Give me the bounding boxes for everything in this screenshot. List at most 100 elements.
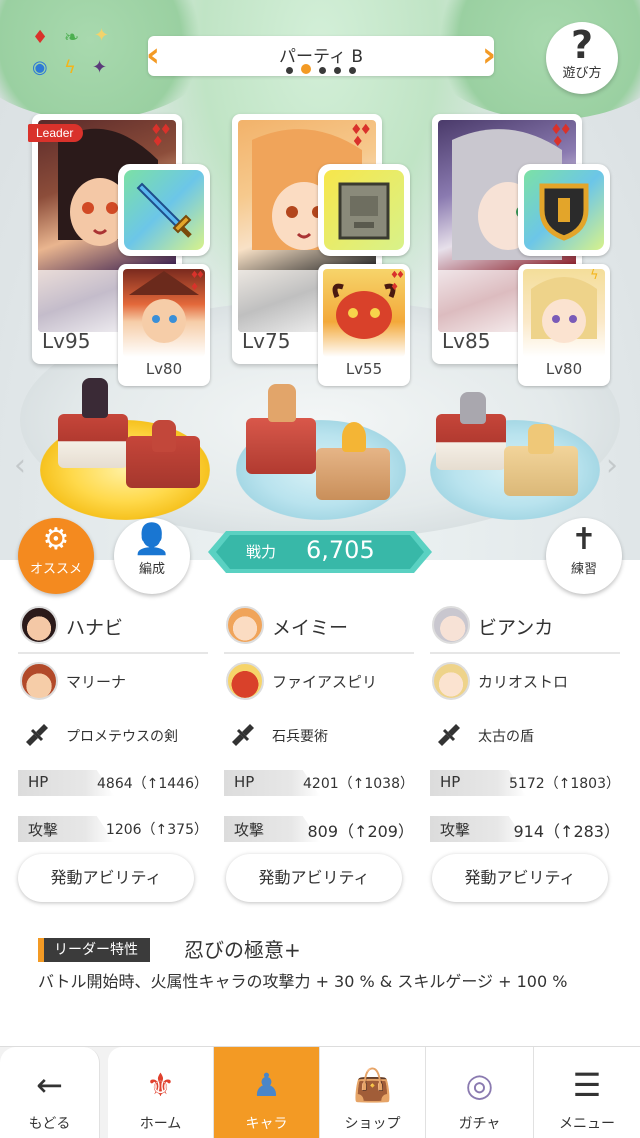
sub-character-row[interactable]: マリーナ	[18, 654, 208, 708]
back-label: もどる	[28, 1116, 71, 1132]
nav-chara[interactable]: ♟ キャラ	[214, 1047, 320, 1138]
shop-bag-icon: 👜	[352, 1066, 393, 1104]
leader-trait-name: 忍びの極意+	[184, 938, 301, 962]
sub-character-row[interactable]: カリオストロ	[430, 654, 620, 708]
help-label: 遊び方	[562, 66, 602, 81]
hp-row: HP 4201（↑1038）	[224, 762, 414, 808]
equipment-slot[interactable]	[518, 164, 610, 256]
party-title: パーティ B	[278, 47, 364, 67]
equipment-name: 太古の盾	[478, 729, 534, 745]
attack-label: 攻撃	[440, 821, 471, 839]
sub-character-card[interactable]: ♦♦ ♦ Lv55	[318, 264, 410, 386]
avatar	[226, 606, 264, 644]
bottom-navigation: ← もどる ⚜ ホーム ♟ キャラ 👜 ショップ ◎ ガチャ ☰ メニュー	[0, 1046, 640, 1138]
sub-character-name: マリーナ	[66, 673, 127, 691]
pixel-character-sprite	[528, 424, 554, 454]
sub-character-level: Lv80	[545, 360, 583, 378]
fire-attribute-icon: ♦♦ ♦	[150, 122, 172, 150]
pixel-character-sprite	[460, 392, 486, 424]
fire-attribute-icon: ♦♦ ♦	[190, 270, 205, 293]
recommend-button[interactable]: ⚙ オススメ	[18, 518, 94, 594]
equipment-row[interactable]: 太古の盾	[430, 708, 620, 762]
attack-row: 攻撃 914（↑283）	[430, 808, 620, 854]
ability-button-2[interactable]: 発動アビリティ	[226, 854, 402, 902]
recommend-icon: ⚙	[42, 522, 70, 557]
training-button[interactable]: ✝ 練習	[546, 518, 622, 594]
hp-row: HP 4864（↑1446）	[18, 762, 208, 808]
wind-attribute-icon: ❧	[64, 27, 80, 48]
sub-character-row[interactable]: ファイアスピリ	[224, 654, 414, 708]
hp-value: 5172（↑1803）	[509, 776, 620, 792]
stone-tablet-icon	[324, 170, 404, 250]
character-name-row[interactable]: メイミー	[224, 598, 414, 654]
hp-row: HP 5172（↑1803）	[430, 762, 620, 808]
avatar	[20, 662, 58, 700]
character-name: メイミー	[272, 617, 349, 639]
chevron-right-icon[interactable]: ›	[478, 36, 500, 76]
equipment-row[interactable]: 石兵要術	[224, 708, 414, 762]
hp-label: HP	[28, 773, 49, 791]
avatar	[226, 662, 264, 700]
pixel-character-sprite	[268, 384, 296, 422]
formation-label: 編成	[138, 562, 165, 577]
nav-shop[interactable]: 👜 ショップ	[320, 1047, 426, 1138]
avatar	[20, 606, 58, 644]
character-level: Lv95	[42, 329, 91, 353]
nav-menu-label: メニュー	[559, 1116, 615, 1132]
nav-home[interactable]: ⚜ ホーム	[108, 1047, 214, 1138]
character-icon: ♟	[252, 1066, 281, 1104]
chevron-right-icon[interactable]: ›	[606, 448, 618, 483]
nav-menu[interactable]: ☰ メニュー	[534, 1047, 640, 1138]
pixel-block	[58, 414, 128, 468]
page-dot	[349, 67, 356, 74]
page-dot-active	[301, 64, 311, 74]
sword-icon	[124, 170, 204, 250]
sub-character-name: ファイアスピリ	[272, 673, 378, 691]
shield-icon	[524, 170, 604, 250]
sub-character-card[interactable]: ϟ Lv80	[518, 264, 610, 386]
equipment-slot[interactable]	[318, 164, 410, 256]
attack-value: 809（↑209）	[307, 822, 415, 841]
attack-label: 攻撃	[234, 821, 265, 839]
ability-button-1[interactable]: 発動アビリティ	[18, 854, 194, 902]
sub-character-level: Lv80	[145, 360, 183, 378]
hp-label: HP	[440, 773, 461, 791]
nav-shop-label: ショップ	[344, 1116, 401, 1132]
help-button[interactable]: ? 遊び方	[546, 22, 618, 94]
chevron-left-icon[interactable]: ‹	[14, 448, 26, 483]
dark-attribute-icon: ✦	[92, 57, 108, 78]
training-label: 練習	[570, 562, 597, 577]
attribute-filter[interactable]: ♦ ❧ ✦ ◉ ϟ ✦	[28, 26, 118, 84]
sub-character-card[interactable]: ♦♦ ♦ Lv80	[118, 264, 210, 386]
stone-tablet-graphic	[338, 182, 390, 240]
thunder-attribute-icon: ϟ	[590, 268, 598, 283]
power-label: 戦力	[246, 543, 277, 561]
arrow-left-icon: ←	[36, 1066, 63, 1104]
character-info-column-3: ビアンカ カリオストロ 太古の盾 HP 5172（↑1803） 攻撃 914（↑…	[430, 598, 620, 854]
character-name-row[interactable]: ビアンカ	[430, 598, 620, 654]
pixel-character-sprite	[342, 422, 366, 452]
sub-character-name: カリオストロ	[478, 673, 569, 691]
equipment-name: 石兵要術	[272, 729, 328, 745]
character-level: Lv85	[442, 329, 491, 353]
back-button[interactable]: ← もどる	[0, 1047, 100, 1138]
hp-value: 4864（↑1446）	[97, 776, 208, 792]
equipment-row[interactable]: プロメテウスの剣	[18, 708, 208, 762]
formation-button[interactable]: 👤 編成	[114, 518, 190, 594]
nav-gacha[interactable]: ◎ ガチャ	[426, 1047, 534, 1138]
page-dot	[319, 67, 326, 74]
character-name-row[interactable]: ハナビ	[18, 598, 208, 654]
nav-home-label: ホーム	[139, 1116, 182, 1132]
equipment-slot[interactable]	[118, 164, 210, 256]
pixel-character-sprite	[82, 378, 108, 418]
character-info-column-2: メイミー ファイアスピリ 石兵要術 HP 4201（↑1038） 攻撃 809（…	[224, 598, 414, 854]
fire-attribute-icon: ♦♦ ♦	[390, 270, 405, 293]
party-power: 戦力 6,705	[208, 531, 432, 573]
shield-graphic	[539, 183, 589, 241]
leader-tag: Leader	[28, 124, 84, 142]
ability-button-3[interactable]: 発動アビリティ	[432, 854, 608, 902]
home-icon: ⚜	[146, 1066, 175, 1104]
gacha-orb-icon: ◎	[465, 1066, 494, 1104]
attack-row: 攻撃 1206（↑375）	[18, 808, 208, 854]
hp-label: HP	[234, 773, 255, 791]
